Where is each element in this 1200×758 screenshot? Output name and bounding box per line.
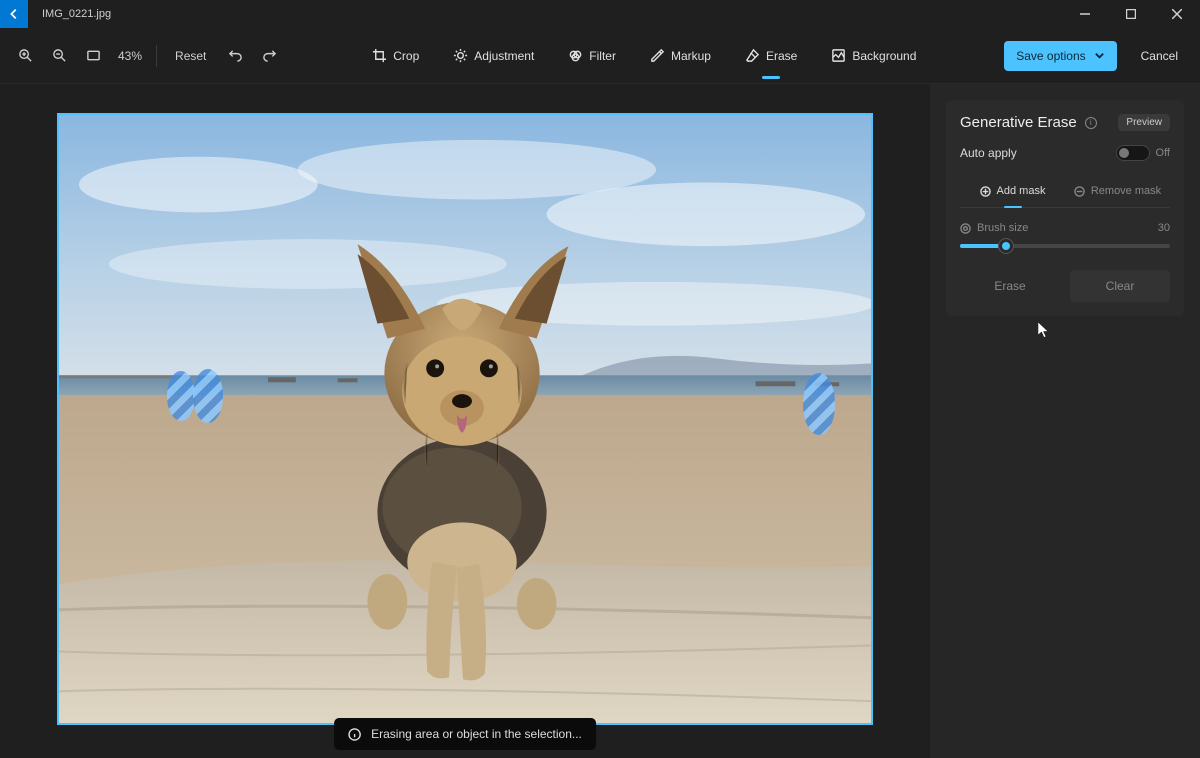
brush-icon bbox=[960, 223, 971, 234]
toolbar: 43% Reset Crop Adjustment Filter Markup … bbox=[0, 28, 1200, 84]
chevron-down-icon bbox=[1094, 50, 1105, 61]
brush-size-value: 30 bbox=[1158, 222, 1170, 234]
tab-label: Filter bbox=[589, 49, 616, 63]
panel-title: Generative Erase bbox=[960, 114, 1077, 131]
undo-button[interactable] bbox=[220, 41, 250, 71]
reset-button[interactable]: Reset bbox=[165, 41, 216, 71]
maximize-button[interactable] bbox=[1108, 0, 1154, 28]
minimize-button[interactable] bbox=[1062, 0, 1108, 28]
info-icon[interactable]: i bbox=[1085, 117, 1097, 129]
save-options-button[interactable]: Save options bbox=[1004, 41, 1116, 71]
redo-button[interactable] bbox=[254, 41, 284, 71]
file-name: IMG_0221.jpg bbox=[28, 0, 125, 28]
tab-erase[interactable]: Erase bbox=[737, 44, 805, 67]
tab-label: Add mask bbox=[997, 185, 1046, 197]
auto-apply-label: Auto apply bbox=[960, 146, 1017, 160]
brush-size-slider[interactable] bbox=[960, 244, 1170, 248]
side-panel: Generative Erase i Preview Auto apply Of… bbox=[930, 84, 1200, 758]
remove-mask-tab[interactable]: Remove mask bbox=[1065, 175, 1170, 207]
image-canvas[interactable] bbox=[57, 113, 873, 725]
zoom-percent: 43% bbox=[112, 49, 148, 63]
toast-text: Erasing area or object in the selection.… bbox=[371, 727, 582, 741]
mask-region[interactable] bbox=[193, 369, 223, 423]
tab-label: Erase bbox=[766, 49, 797, 63]
brush-size-label: Brush size bbox=[977, 222, 1028, 234]
canvas-area[interactable]: Erasing area or object in the selection.… bbox=[0, 84, 930, 758]
tab-label: Adjustment bbox=[474, 49, 534, 63]
tab-markup[interactable]: Markup bbox=[642, 44, 719, 67]
slider-thumb[interactable] bbox=[999, 239, 1013, 253]
tab-filter[interactable]: Filter bbox=[560, 44, 624, 67]
titlebar: IMG_0221.jpg bbox=[0, 0, 1200, 28]
erase-button[interactable]: Erase bbox=[960, 270, 1060, 302]
cancel-button[interactable]: Cancel bbox=[1129, 41, 1190, 71]
status-toast: Erasing area or object in the selection.… bbox=[334, 718, 596, 750]
preview-badge: Preview bbox=[1118, 114, 1170, 131]
mask-region[interactable] bbox=[803, 373, 835, 435]
clear-button[interactable]: Clear bbox=[1070, 270, 1170, 302]
tab-label: Crop bbox=[393, 49, 419, 63]
back-button[interactable] bbox=[0, 0, 28, 28]
fit-button[interactable] bbox=[78, 41, 108, 71]
mask-region[interactable] bbox=[167, 371, 195, 421]
add-mask-tab[interactable]: Add mask bbox=[960, 175, 1065, 207]
zoom-in-button[interactable] bbox=[10, 41, 40, 71]
tab-background[interactable]: Background bbox=[823, 44, 924, 67]
close-button[interactable] bbox=[1154, 0, 1200, 28]
tab-crop[interactable]: Crop bbox=[364, 44, 427, 67]
tab-adjustment[interactable]: Adjustment bbox=[445, 44, 542, 67]
zoom-out-button[interactable] bbox=[44, 41, 74, 71]
auto-apply-toggle[interactable] bbox=[1116, 145, 1150, 161]
tab-label: Markup bbox=[671, 49, 711, 63]
save-label: Save options bbox=[1016, 49, 1085, 63]
tab-label: Background bbox=[852, 49, 916, 63]
auto-apply-state: Off bbox=[1156, 147, 1170, 159]
info-icon bbox=[348, 728, 361, 741]
separator bbox=[156, 45, 157, 67]
tab-label: Remove mask bbox=[1091, 185, 1161, 197]
